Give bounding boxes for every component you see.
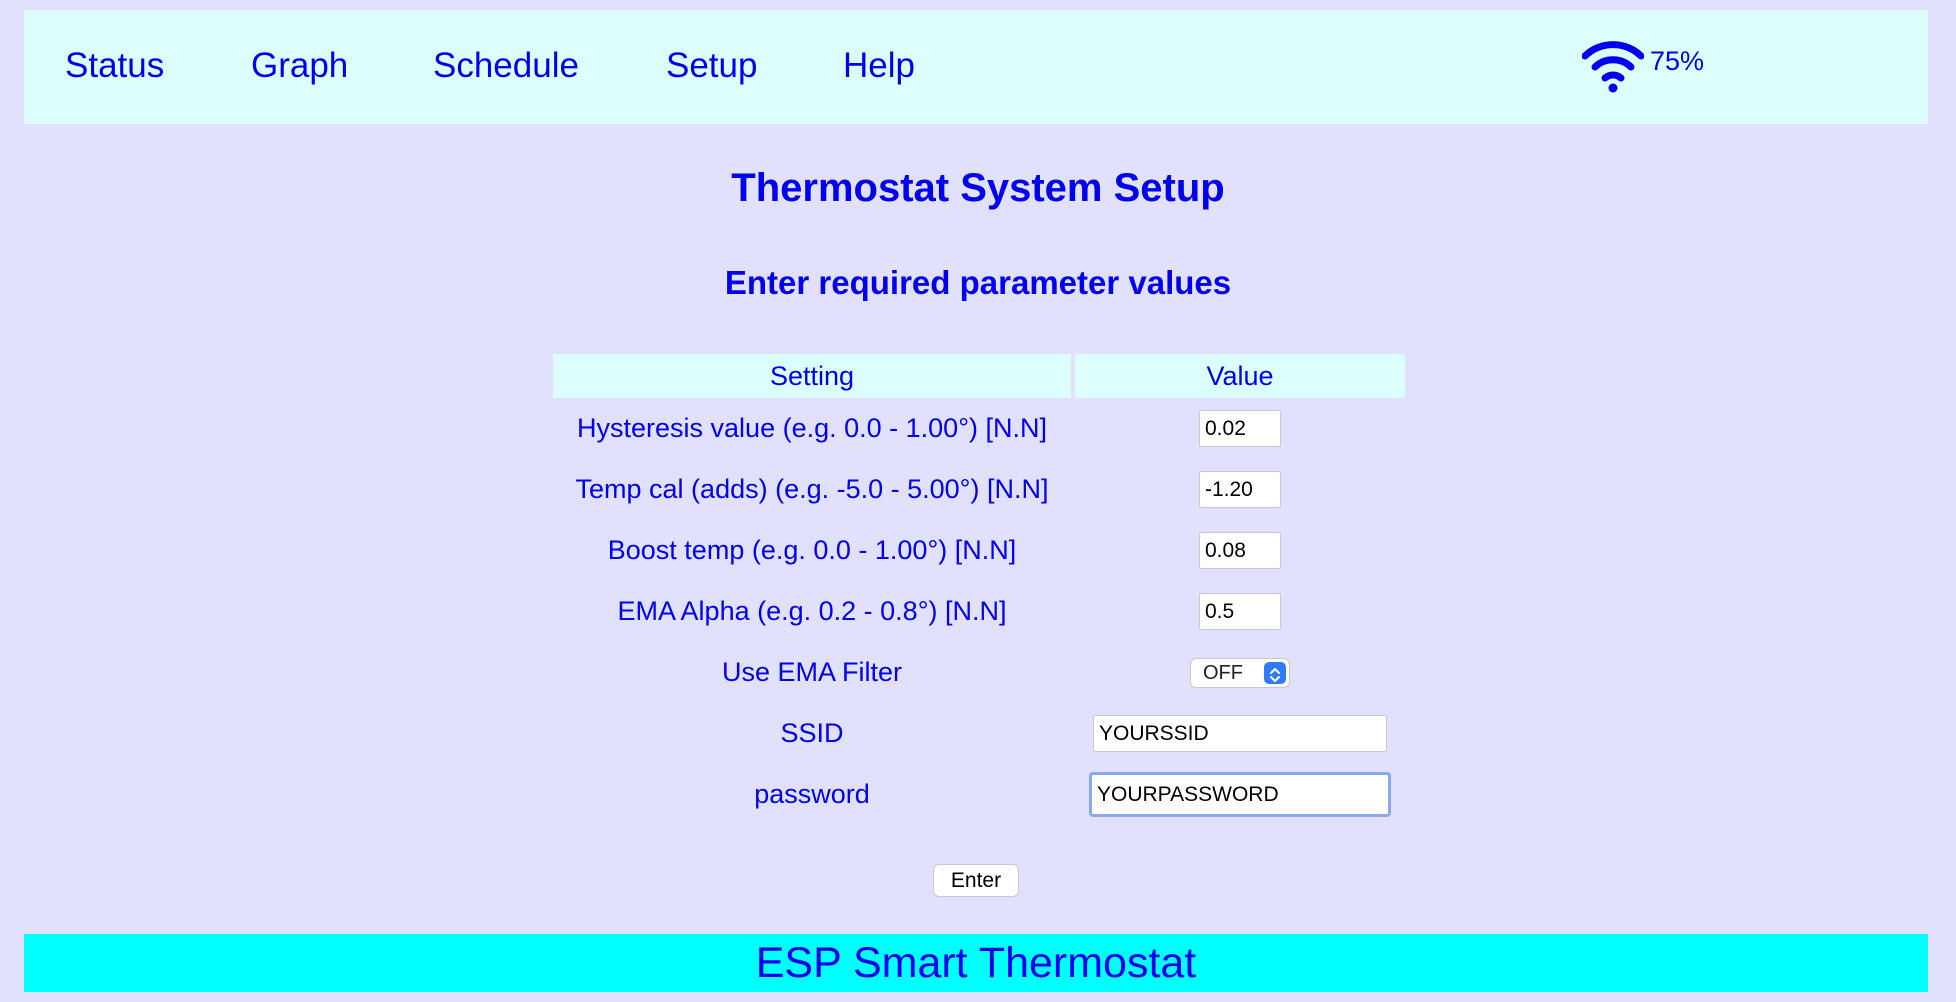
hysteresis-input[interactable]: [1199, 410, 1281, 447]
nav-link-setup[interactable]: Setup: [666, 46, 757, 86]
setting-label-hysteresis: Hysteresis value (e.g. 0.0 - 1.00°) [N.N…: [577, 413, 1047, 443]
table-header-row: Setting Value: [553, 354, 1405, 398]
wifi-signal-percent: 75%: [1650, 46, 1705, 76]
table-row: EMA Alpha (e.g. 0.2 - 0.8°) [N.N]: [553, 581, 1405, 642]
ema-filter-select[interactable]: OFF: [1190, 658, 1290, 689]
enter-button[interactable]: Enter: [933, 864, 1019, 897]
ssid-input[interactable]: [1093, 715, 1387, 752]
table-row: Temp cal (adds) (e.g. -5.0 - 5.00°) [N.N…: [553, 459, 1405, 520]
setting-label-temp-cal: Temp cal (adds) (e.g. -5.0 - 5.00°) [N.N…: [575, 474, 1049, 504]
setting-label-use-ema-filter: Use EMA Filter: [721, 657, 903, 687]
temp-cal-input[interactable]: [1199, 471, 1281, 508]
table-row: Hysteresis value (e.g. 0.0 - 1.00°) [N.N…: [553, 398, 1405, 459]
table-row: Use EMA Filter OFF: [553, 642, 1405, 703]
ema-alpha-input[interactable]: [1199, 593, 1281, 630]
chevron-up-down-icon: [1264, 662, 1286, 685]
nav-link-graph[interactable]: Graph: [251, 46, 348, 86]
setting-label-ssid: SSID: [780, 718, 844, 748]
table-row: Boost temp (e.g. 0.0 - 1.00°) [N.N]: [553, 520, 1405, 581]
footer-banner: ESP Smart Thermostat: [24, 934, 1928, 992]
setting-label-boost-temp: Boost temp (e.g. 0.0 - 1.00°) [N.N]: [607, 535, 1017, 565]
column-header-value: Value: [1075, 354, 1405, 398]
table-row: password: [553, 764, 1405, 825]
ema-filter-select-value: OFF: [1203, 662, 1243, 685]
nav-link-help[interactable]: Help: [843, 46, 915, 86]
top-nav: Status Graph Schedule Setup Help 75%: [24, 10, 1928, 124]
setting-label-password: password: [754, 779, 870, 809]
page-subtitle: Enter required parameter values: [724, 264, 1232, 301]
parameter-table: Setting Value Hysteresis value (e.g. 0.0…: [549, 354, 1409, 825]
password-input[interactable]: [1089, 772, 1391, 817]
wifi-icon: [1582, 41, 1644, 93]
table-row: SSID: [553, 703, 1405, 764]
page-title: Thermostat System Setup: [731, 166, 1225, 210]
nav-link-status[interactable]: Status: [65, 46, 164, 86]
nav-link-schedule[interactable]: Schedule: [433, 46, 579, 86]
boost-temp-input[interactable]: [1199, 532, 1281, 569]
column-header-setting: Setting: [553, 354, 1071, 398]
setting-label-ema-alpha: EMA Alpha (e.g. 0.2 - 0.8°) [N.N]: [617, 596, 1007, 626]
